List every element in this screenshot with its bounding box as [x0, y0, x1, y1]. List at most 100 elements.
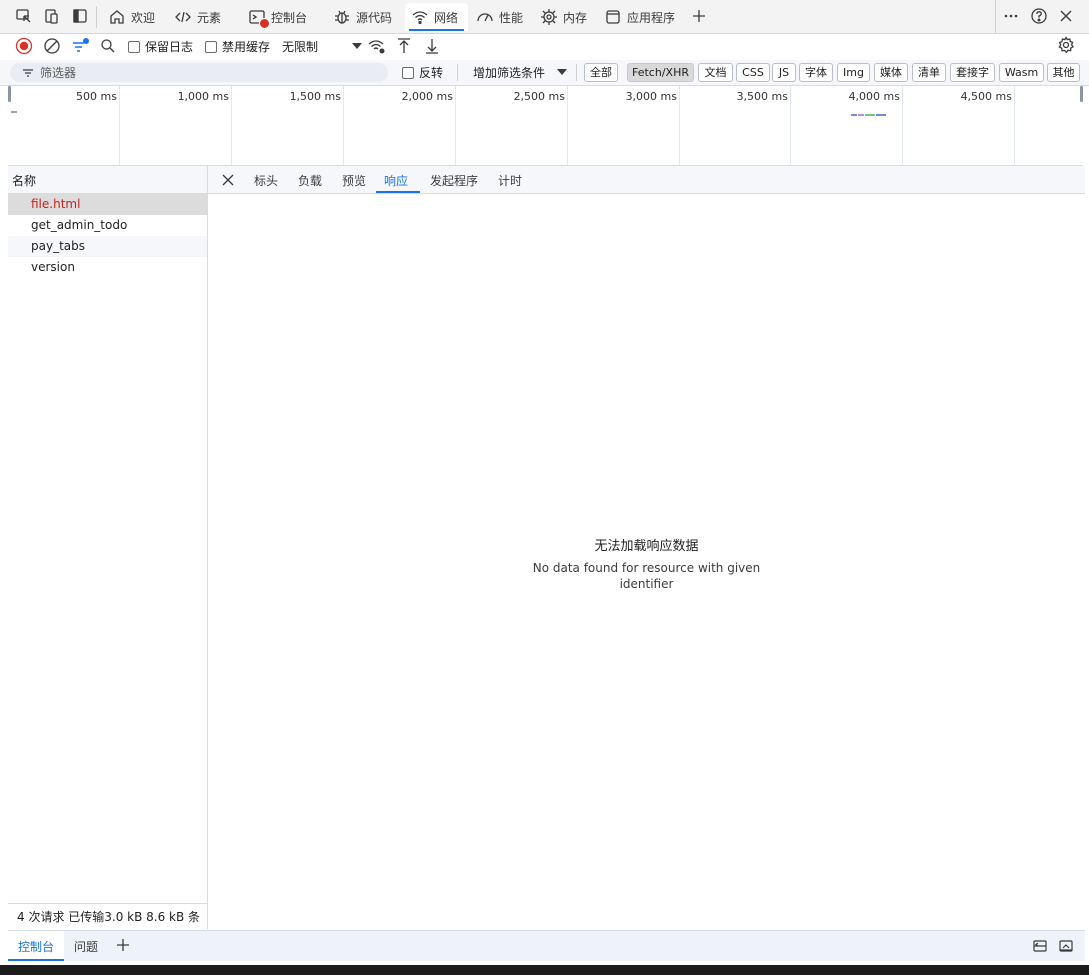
empty-description: No data found for resource with given id…	[532, 561, 761, 591]
tab-console[interactable]: 控制台	[242, 3, 313, 31]
tab-initiator[interactable]: 发起程序	[422, 166, 486, 193]
add-tab-icon[interactable]	[690, 7, 708, 25]
request-row-get-admin-todo[interactable]: get_admin_todo	[8, 215, 207, 236]
tab-performance[interactable]: 性能	[470, 3, 529, 31]
tab-payload[interactable]: 负载	[290, 166, 330, 193]
caret-down-icon	[557, 69, 567, 75]
dock-drawer-icon[interactable]	[1032, 938, 1048, 954]
timeline-right-handle[interactable]	[1080, 86, 1083, 102]
close-devtools-icon[interactable]	[1057, 7, 1075, 25]
help-icon[interactable]	[1030, 7, 1048, 25]
filter-chip-doc[interactable]: 文档	[698, 63, 733, 82]
timeline-tick-label: 4,000 ms	[848, 90, 900, 103]
record-stop-icon[interactable]	[15, 37, 33, 55]
filter-divider	[457, 64, 458, 81]
search-icon[interactable]	[99, 37, 117, 55]
filter-chip-all[interactable]: 全部	[584, 63, 618, 82]
add-drawer-tab-icon[interactable]	[115, 937, 131, 953]
checkbox-box	[128, 40, 140, 53]
import-har-icon[interactable]	[395, 37, 413, 55]
timeline-tick-label: 500 ms	[76, 90, 117, 103]
tab-preview[interactable]: 预览	[334, 166, 374, 193]
clear-icon[interactable]	[43, 37, 61, 55]
timeline-tick-label: 4,500 ms	[960, 90, 1012, 103]
tab-response[interactable]: 响应	[376, 166, 420, 193]
request-row-file-html[interactable]: file.html	[8, 194, 207, 215]
request-row-version[interactable]: version	[8, 257, 207, 278]
checkbox-label: 保留日志	[145, 40, 194, 54]
filter-chip-fetch-xhr[interactable]: Fetch/XHR	[627, 63, 694, 82]
network-settings-gear-icon[interactable]	[1057, 36, 1075, 54]
network-summary-status: 4 次请求 已传输3.0 kB 8.6 kB 条	[8, 903, 207, 929]
invert-checkbox[interactable]: 反转	[402, 64, 443, 81]
tab-label: 元素	[197, 10, 222, 25]
filter-chip-font[interactable]: 字体	[799, 63, 833, 82]
export-har-icon[interactable]	[423, 37, 441, 55]
error-badge-icon	[259, 18, 270, 29]
toolbar-divider	[995, 0, 996, 33]
checkbox-label: 反转	[419, 66, 444, 80]
filter-placeholder: 筛选器	[40, 66, 77, 80]
timeline-overview[interactable]: 500 ms 1,000 ms 1,500 ms 2,000 ms 2,500 …	[8, 86, 1083, 166]
timeline-gridline	[455, 86, 456, 165]
filter-chip-js[interactable]: JS	[772, 63, 796, 82]
tab-elements[interactable]: 元素	[168, 3, 227, 31]
tab-welcome[interactable]: 欢迎	[102, 3, 161, 31]
filter-toggle-icon[interactable]	[71, 37, 91, 55]
console-icon	[248, 8, 270, 29]
disable-cache-checkbox[interactable]: 禁用缓存	[205, 38, 270, 55]
inspect-element-icon[interactable]	[15, 7, 33, 25]
request-bar	[11, 111, 17, 113]
tab-label: 控制台	[271, 10, 308, 25]
caret-down-icon	[352, 43, 362, 49]
preserve-log-checkbox[interactable]: 保留日志	[128, 38, 193, 55]
timeline-left-handle[interactable]	[8, 86, 11, 102]
empty-response-message: 无法加载响应数据 No data found for resource with…	[208, 535, 1085, 592]
home-icon	[110, 10, 124, 24]
close-drawer-icon[interactable]	[1058, 938, 1074, 954]
tab-application[interactable]: 应用程序	[598, 3, 681, 31]
tab-network[interactable]: 网络	[405, 3, 468, 31]
request-row-pay-tabs[interactable]: pay_tabs	[8, 236, 207, 257]
drawer-tab-issues[interactable]: 问题	[64, 931, 108, 961]
tab-label: 应用程序	[627, 10, 676, 25]
tab-label: 源代码	[356, 10, 393, 25]
request-bar	[876, 114, 886, 116]
devtools-tab-bar: 欢迎 元素 控制台 源代码 网络 性能 内存 应用程序	[0, 0, 1089, 34]
empty-title: 无法加载响应数据	[594, 539, 699, 554]
filter-chip-css[interactable]: CSS	[736, 63, 770, 82]
more-options-icon[interactable]	[1002, 7, 1020, 25]
dock-side-icon[interactable]	[71, 7, 89, 25]
tab-headers[interactable]: 标头	[246, 166, 286, 193]
app-icon	[606, 10, 620, 24]
filter-chip-websocket[interactable]: 套接字	[950, 63, 995, 82]
filter-input[interactable]: 筛选器	[10, 63, 388, 82]
device-emulation-icon[interactable]	[43, 7, 61, 25]
filter-chip-media[interactable]: 媒体	[874, 63, 908, 82]
wifi-icon	[412, 11, 428, 25]
name-column-header[interactable]: 名称	[8, 166, 207, 194]
tab-sources[interactable]: 源代码	[327, 3, 398, 31]
request-detail-panel: 标头 负载 预览 响应 发起程序 计时 无法加载响应数据 No data fou…	[208, 166, 1085, 929]
filter-chip-other[interactable]: 其他	[1047, 63, 1080, 82]
close-detail-icon[interactable]	[220, 172, 236, 188]
filter-chip-manifest[interactable]: 清单	[912, 63, 946, 82]
timeline-gridline	[902, 86, 903, 165]
drawer-tab-console[interactable]: 控制台	[8, 931, 65, 961]
tab-timing[interactable]: 计时	[490, 166, 530, 193]
throttling-select[interactable]: 无限制	[282, 37, 362, 55]
request-bar	[858, 114, 864, 116]
timeline-tick-label: 1,000 ms	[177, 90, 229, 103]
tab-memory[interactable]: 内存	[534, 3, 593, 31]
timeline-gridline	[231, 86, 232, 165]
request-list: 名称 file.html get_admin_todo pay_tabs ver…	[8, 166, 208, 929]
more-filters-dropdown[interactable]: 增加筛选条件	[473, 63, 567, 81]
timeline-tick-label: 1,500 ms	[289, 90, 341, 103]
timeline-tick-label: 3,500 ms	[736, 90, 788, 103]
tab-label: 性能	[499, 10, 524, 25]
timeline-gridline	[567, 86, 568, 165]
filter-chip-wasm[interactable]: Wasm	[999, 63, 1044, 82]
filter-chip-img[interactable]: Img	[837, 63, 870, 82]
os-taskbar	[0, 965, 1089, 975]
network-conditions-icon[interactable]	[367, 37, 387, 55]
